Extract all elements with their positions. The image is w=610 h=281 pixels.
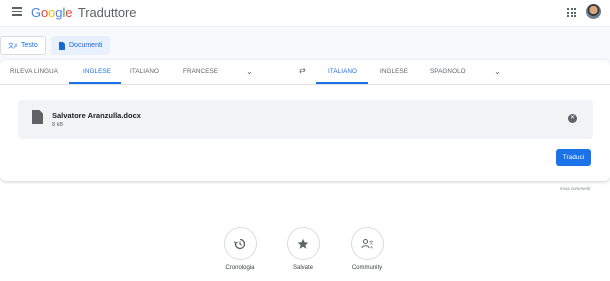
file-size: 8 kB	[52, 122, 64, 128]
translate-button[interactable]: Traduci	[556, 149, 591, 166]
source-active-indicator	[69, 82, 121, 84]
star-icon	[286, 227, 320, 260]
history-icon	[223, 227, 257, 260]
menu-icon[interactable]	[12, 7, 22, 16]
community-action[interactable]: 文A Community	[337, 227, 397, 271]
saved-action[interactable]: Salvate	[273, 227, 333, 271]
source-lang-french[interactable]: FRANCESE	[183, 68, 218, 75]
top-bar: Google Traduttore	[0, 0, 610, 26]
logo-letter: G	[31, 5, 42, 20]
target-lang-spanish[interactable]: SPAGNOLO	[430, 68, 466, 75]
target-lang-more-icon[interactable]: ⌄	[494, 67, 501, 76]
source-lang-detect[interactable]: RILEVA LINGUA	[10, 68, 58, 75]
source-lang-italian[interactable]: ITALIANO	[130, 68, 159, 75]
document-icon	[59, 41, 65, 50]
target-lang-italian[interactable]: ITALIANO	[328, 68, 357, 75]
target-active-indicator	[316, 82, 368, 84]
feedback-link[interactable]: Invia commenti	[560, 186, 590, 191]
translate-icon: 文A	[8, 42, 17, 50]
source-lang-more-icon[interactable]: ⌄	[246, 67, 253, 76]
target-lang-english[interactable]: INGLESE	[380, 68, 408, 75]
product-name: Traduttore	[77, 5, 137, 20]
uploaded-file: Salvatore Aranzulla.docx 8 kB ✕	[18, 100, 593, 139]
svg-text:A: A	[370, 244, 373, 249]
source-lang-english[interactable]: INGLESE	[83, 68, 111, 75]
language-bar: RILEVA LINGUA INGLESE ITALIANO FRANCESE …	[0, 60, 610, 85]
svg-text:文A: 文A	[8, 42, 17, 50]
translation-card: RILEVA LINGUA INGLESE ITALIANO FRANCESE …	[0, 60, 610, 181]
history-label: Cronologia	[225, 265, 255, 271]
saved-label: Salvate	[292, 265, 313, 271]
text-mode-button[interactable]: 文A Testo	[0, 36, 46, 55]
mode-bar: 文A Testo Documenti	[0, 26, 610, 62]
logo-letter: e	[65, 5, 73, 20]
swap-languages-icon[interactable]: ⇄	[299, 66, 306, 75]
file-icon	[32, 110, 43, 124]
documents-mode-label: Documenti	[69, 42, 103, 49]
app-logo[interactable]: Google Traduttore	[31, 5, 136, 20]
file-name: Salvatore Aranzulla.docx	[52, 111, 141, 120]
community-icon: 文A	[350, 227, 384, 260]
community-label: Community	[351, 265, 383, 271]
history-action[interactable]: Cronologia	[210, 227, 270, 271]
documents-mode-button[interactable]: Documenti	[51, 36, 111, 55]
apps-grid-icon[interactable]	[567, 8, 576, 17]
remove-file-icon[interactable]: ✕	[568, 114, 577, 123]
avatar[interactable]	[586, 4, 601, 19]
text-mode-label: Testo	[21, 42, 38, 49]
